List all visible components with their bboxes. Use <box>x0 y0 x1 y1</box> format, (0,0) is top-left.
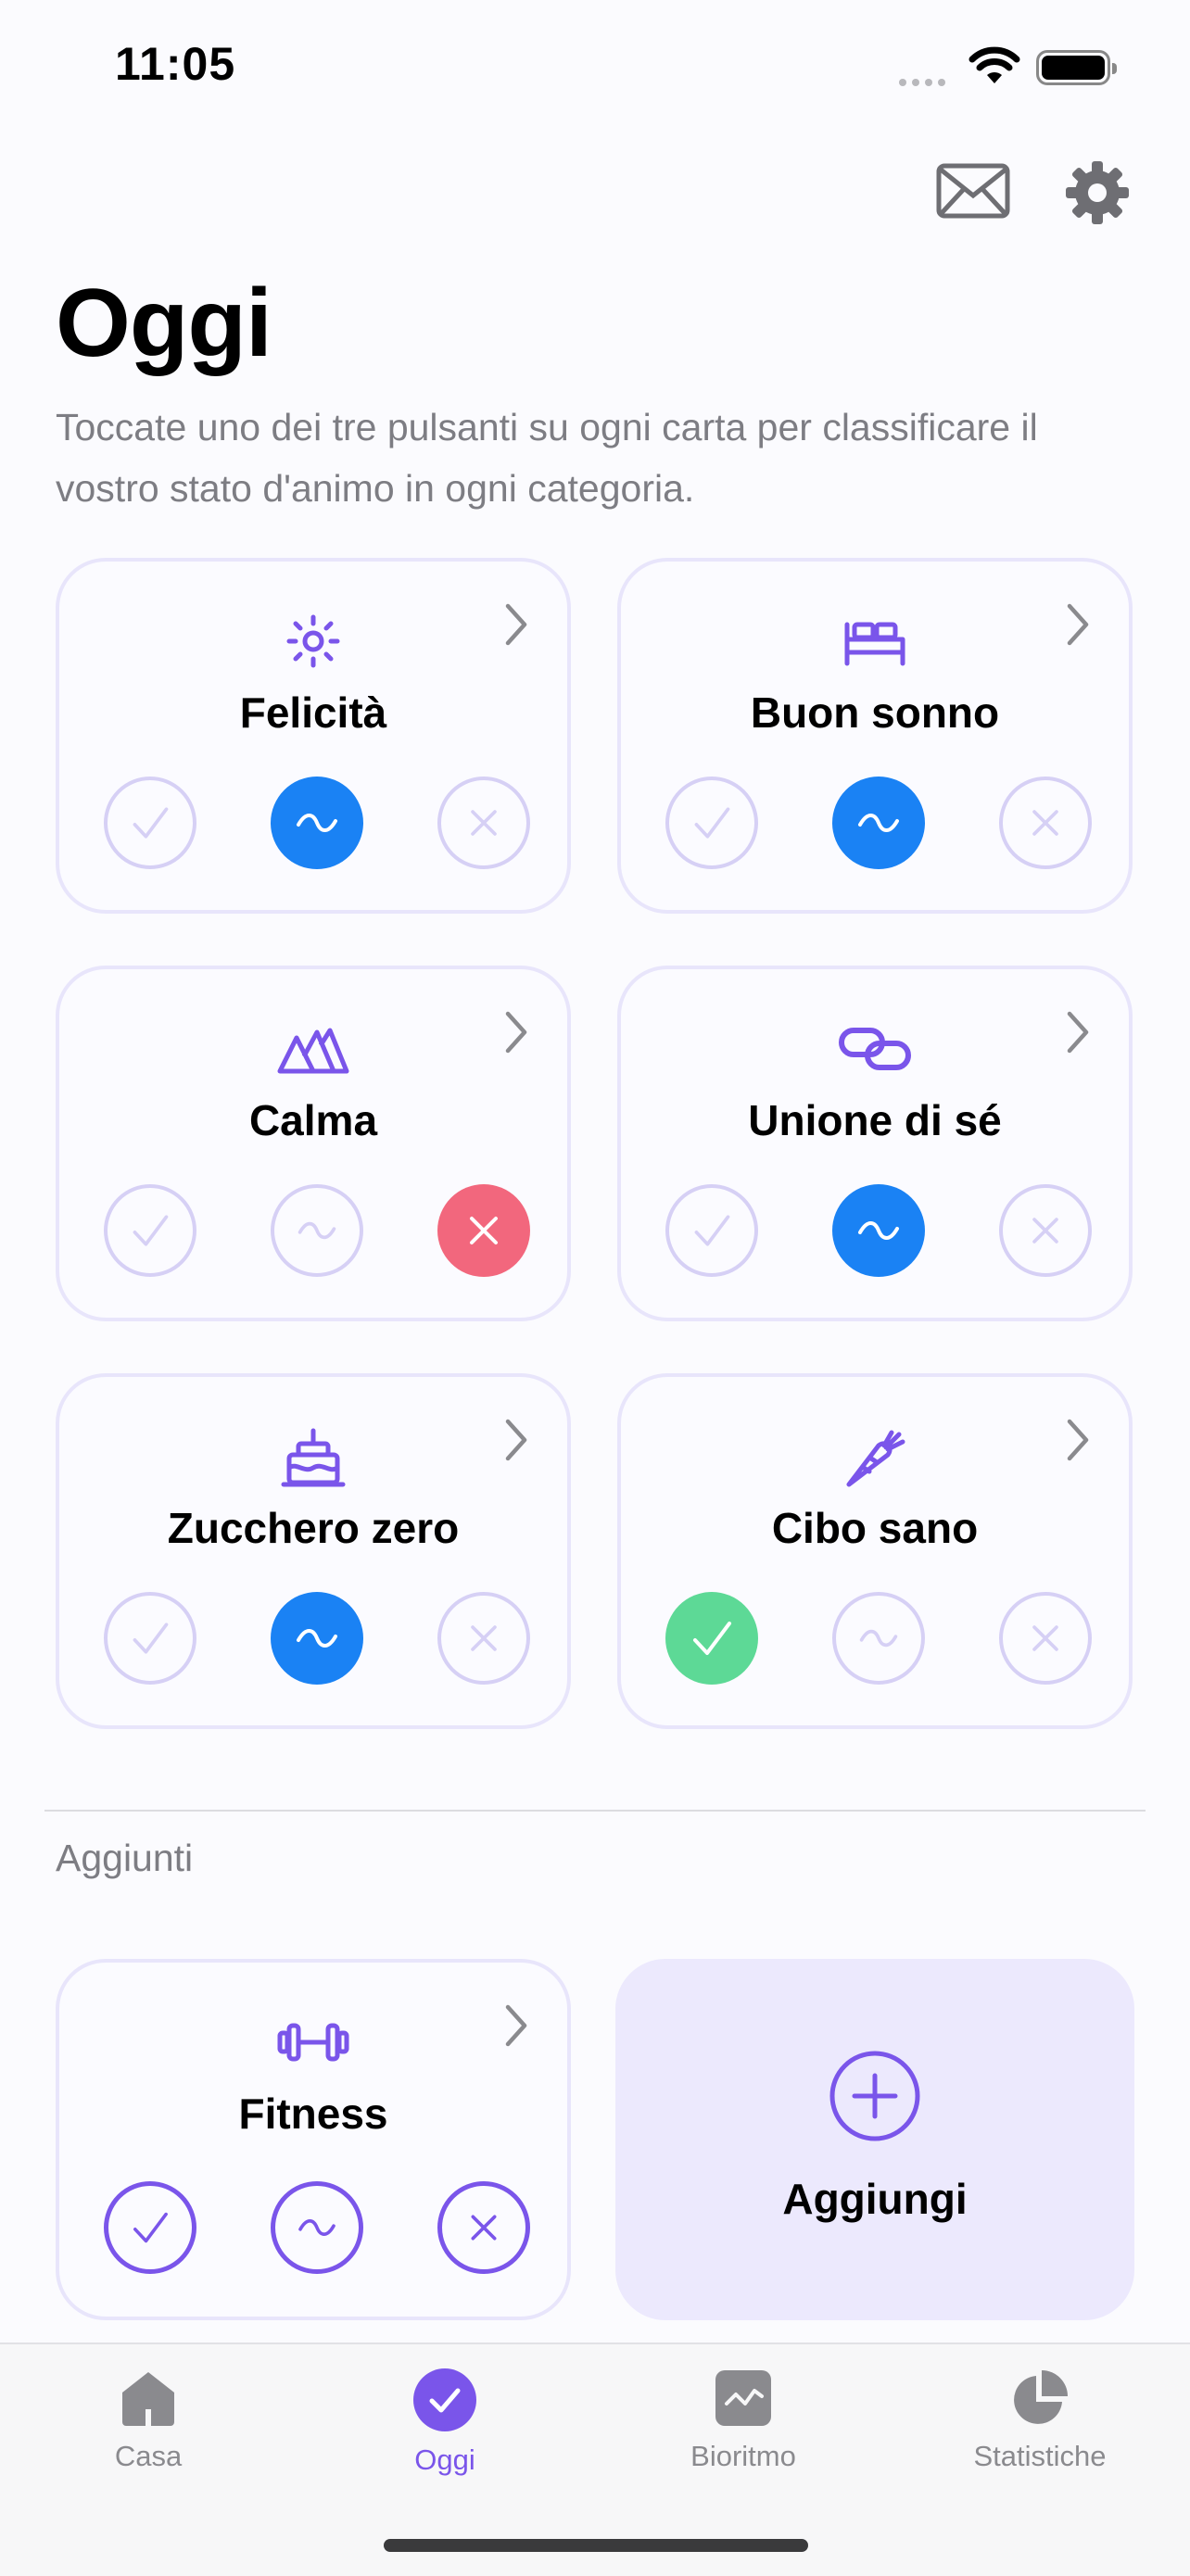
card-title: Zucchero zero <box>167 1504 460 1552</box>
card-title: Felicità <box>239 688 387 737</box>
no-button[interactable] <box>999 777 1092 869</box>
neutral-button[interactable] <box>832 1592 925 1685</box>
wifi-icon <box>968 46 1020 90</box>
envelope-icon <box>936 163 1010 219</box>
card-title: Cibo sano <box>771 1504 979 1552</box>
home-indicator <box>384 2539 808 2552</box>
mood-card-cibo-sano[interactable]: Cibo sano <box>617 1373 1133 1729</box>
gear-icon <box>1066 161 1129 224</box>
no-button[interactable] <box>999 1184 1092 1277</box>
chart-icon <box>715 2370 771 2426</box>
card-title: Calma <box>248 1096 378 1144</box>
yes-button[interactable] <box>104 777 196 869</box>
add-label: Aggiungi <box>782 2175 968 2223</box>
yes-button[interactable] <box>665 777 758 869</box>
section-label: Aggiunti <box>56 1837 194 1879</box>
tab-casa[interactable]: Casa <box>56 2368 241 2473</box>
card-title: Buon sonno <box>750 688 1000 737</box>
add-category-button[interactable]: Aggiungi <box>615 1959 1134 2320</box>
status-time: 11:05 <box>115 38 236 90</box>
neutral-button[interactable] <box>271 1184 363 1277</box>
mountains-icon <box>59 1019 567 1079</box>
yes-button[interactable] <box>665 1184 758 1277</box>
page-title: Oggi <box>56 270 272 377</box>
mood-card-calma[interactable]: Calma <box>56 966 571 1321</box>
carrot-icon <box>621 1427 1129 1487</box>
checkmark-circle-icon <box>413 2368 476 2431</box>
page-subtitle: Toccate uno dei tre pulsanti su ogni car… <box>56 406 1038 510</box>
section-divider <box>44 1810 1146 1812</box>
neutral-button[interactable] <box>271 2181 363 2274</box>
card-title: Unione di sé <box>748 1096 1002 1144</box>
neutral-button[interactable] <box>271 1592 363 1685</box>
yes-button[interactable] <box>104 2181 196 2274</box>
mail-button[interactable] <box>936 163 1010 223</box>
no-button[interactable] <box>437 1184 530 1277</box>
pie-chart-icon <box>1014 2370 1068 2424</box>
bed-icon <box>621 612 1129 671</box>
sun-icon <box>59 612 567 671</box>
mood-card-buon-sonno[interactable]: Buon sonno <box>617 558 1133 914</box>
yes-button[interactable] <box>665 1592 758 1685</box>
mood-card-felicita[interactable]: Felicità <box>56 558 571 914</box>
dumbbell-icon <box>59 2013 567 2072</box>
tab-oggi[interactable]: Oggi <box>352 2368 538 2477</box>
neutral-button[interactable] <box>271 777 363 869</box>
card-title: Fitness <box>238 2090 388 2138</box>
neutral-button[interactable] <box>832 777 925 869</box>
neutral-button[interactable] <box>832 1184 925 1277</box>
link-icon <box>621 1019 1129 1079</box>
plus-circle-icon <box>829 2051 920 2141</box>
house-icon <box>122 2372 174 2426</box>
no-button[interactable] <box>999 1592 1092 1685</box>
tab-bioritmo[interactable]: Bioritmo <box>651 2368 836 2473</box>
no-button[interactable] <box>437 2181 530 2274</box>
mood-card-unione-di-se[interactable]: Unione di sé <box>617 966 1133 1321</box>
yes-button[interactable] <box>104 1184 196 1277</box>
yes-button[interactable] <box>104 1592 196 1685</box>
battery-icon <box>1036 50 1117 85</box>
settings-button[interactable] <box>1064 159 1131 231</box>
tab-statistiche[interactable]: Statistiche <box>947 2368 1133 2473</box>
no-button[interactable] <box>437 1592 530 1685</box>
cake-icon <box>59 1427 567 1487</box>
mood-card-zucchero-zero[interactable]: Zucchero zero <box>56 1373 571 1729</box>
signal-icon <box>899 74 955 86</box>
no-button[interactable] <box>437 777 530 869</box>
mood-card-fitness[interactable]: Fitness <box>56 1959 571 2320</box>
